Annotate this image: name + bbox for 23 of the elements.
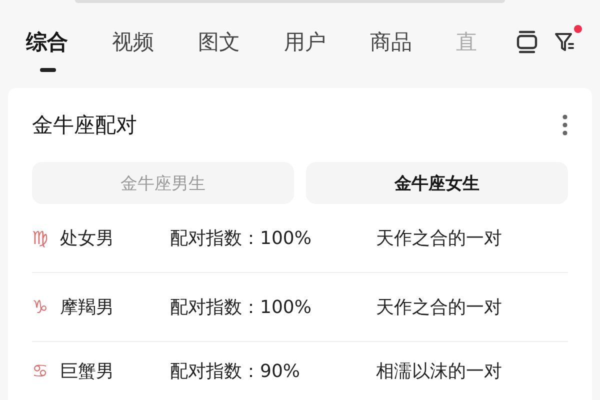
match-verdict: 天作之合的一对 xyxy=(376,227,502,250)
segment-button[interactable]: 金牛座女生 xyxy=(306,162,568,204)
match-score: 配对指数：100% xyxy=(170,227,312,250)
match-score: 配对指数：100% xyxy=(170,296,312,319)
match-score: 配对指数：90% xyxy=(170,360,302,383)
tab[interactable]: 图文 xyxy=(198,24,284,60)
tab[interactable]: 综合 xyxy=(26,24,112,60)
zodiac-sign: ♑ xyxy=(32,296,50,318)
sign-name: 处女男 xyxy=(60,227,115,250)
more-icon[interactable] xyxy=(562,114,568,136)
tab[interactable]: 商品 xyxy=(370,24,456,60)
tab[interactable]: 用户 xyxy=(284,24,370,60)
zodiac-sign: ♋ xyxy=(32,360,50,382)
sign-name: 巨蟹男 xyxy=(60,360,115,383)
match-verdict: 相濡以沫的一对 xyxy=(376,360,502,383)
match-verdict: 天作之合的一对 xyxy=(376,296,502,319)
sign-name: 摩羯男 xyxy=(60,296,115,319)
screen-icon[interactable] xyxy=(516,30,538,54)
tab[interactable]: 视频 xyxy=(112,24,198,60)
card-title: 金牛座配对 xyxy=(32,112,137,139)
zodiac-sign: ♍ xyxy=(32,228,50,248)
tab-underline xyxy=(40,68,56,72)
filter-button[interactable] xyxy=(554,31,576,53)
